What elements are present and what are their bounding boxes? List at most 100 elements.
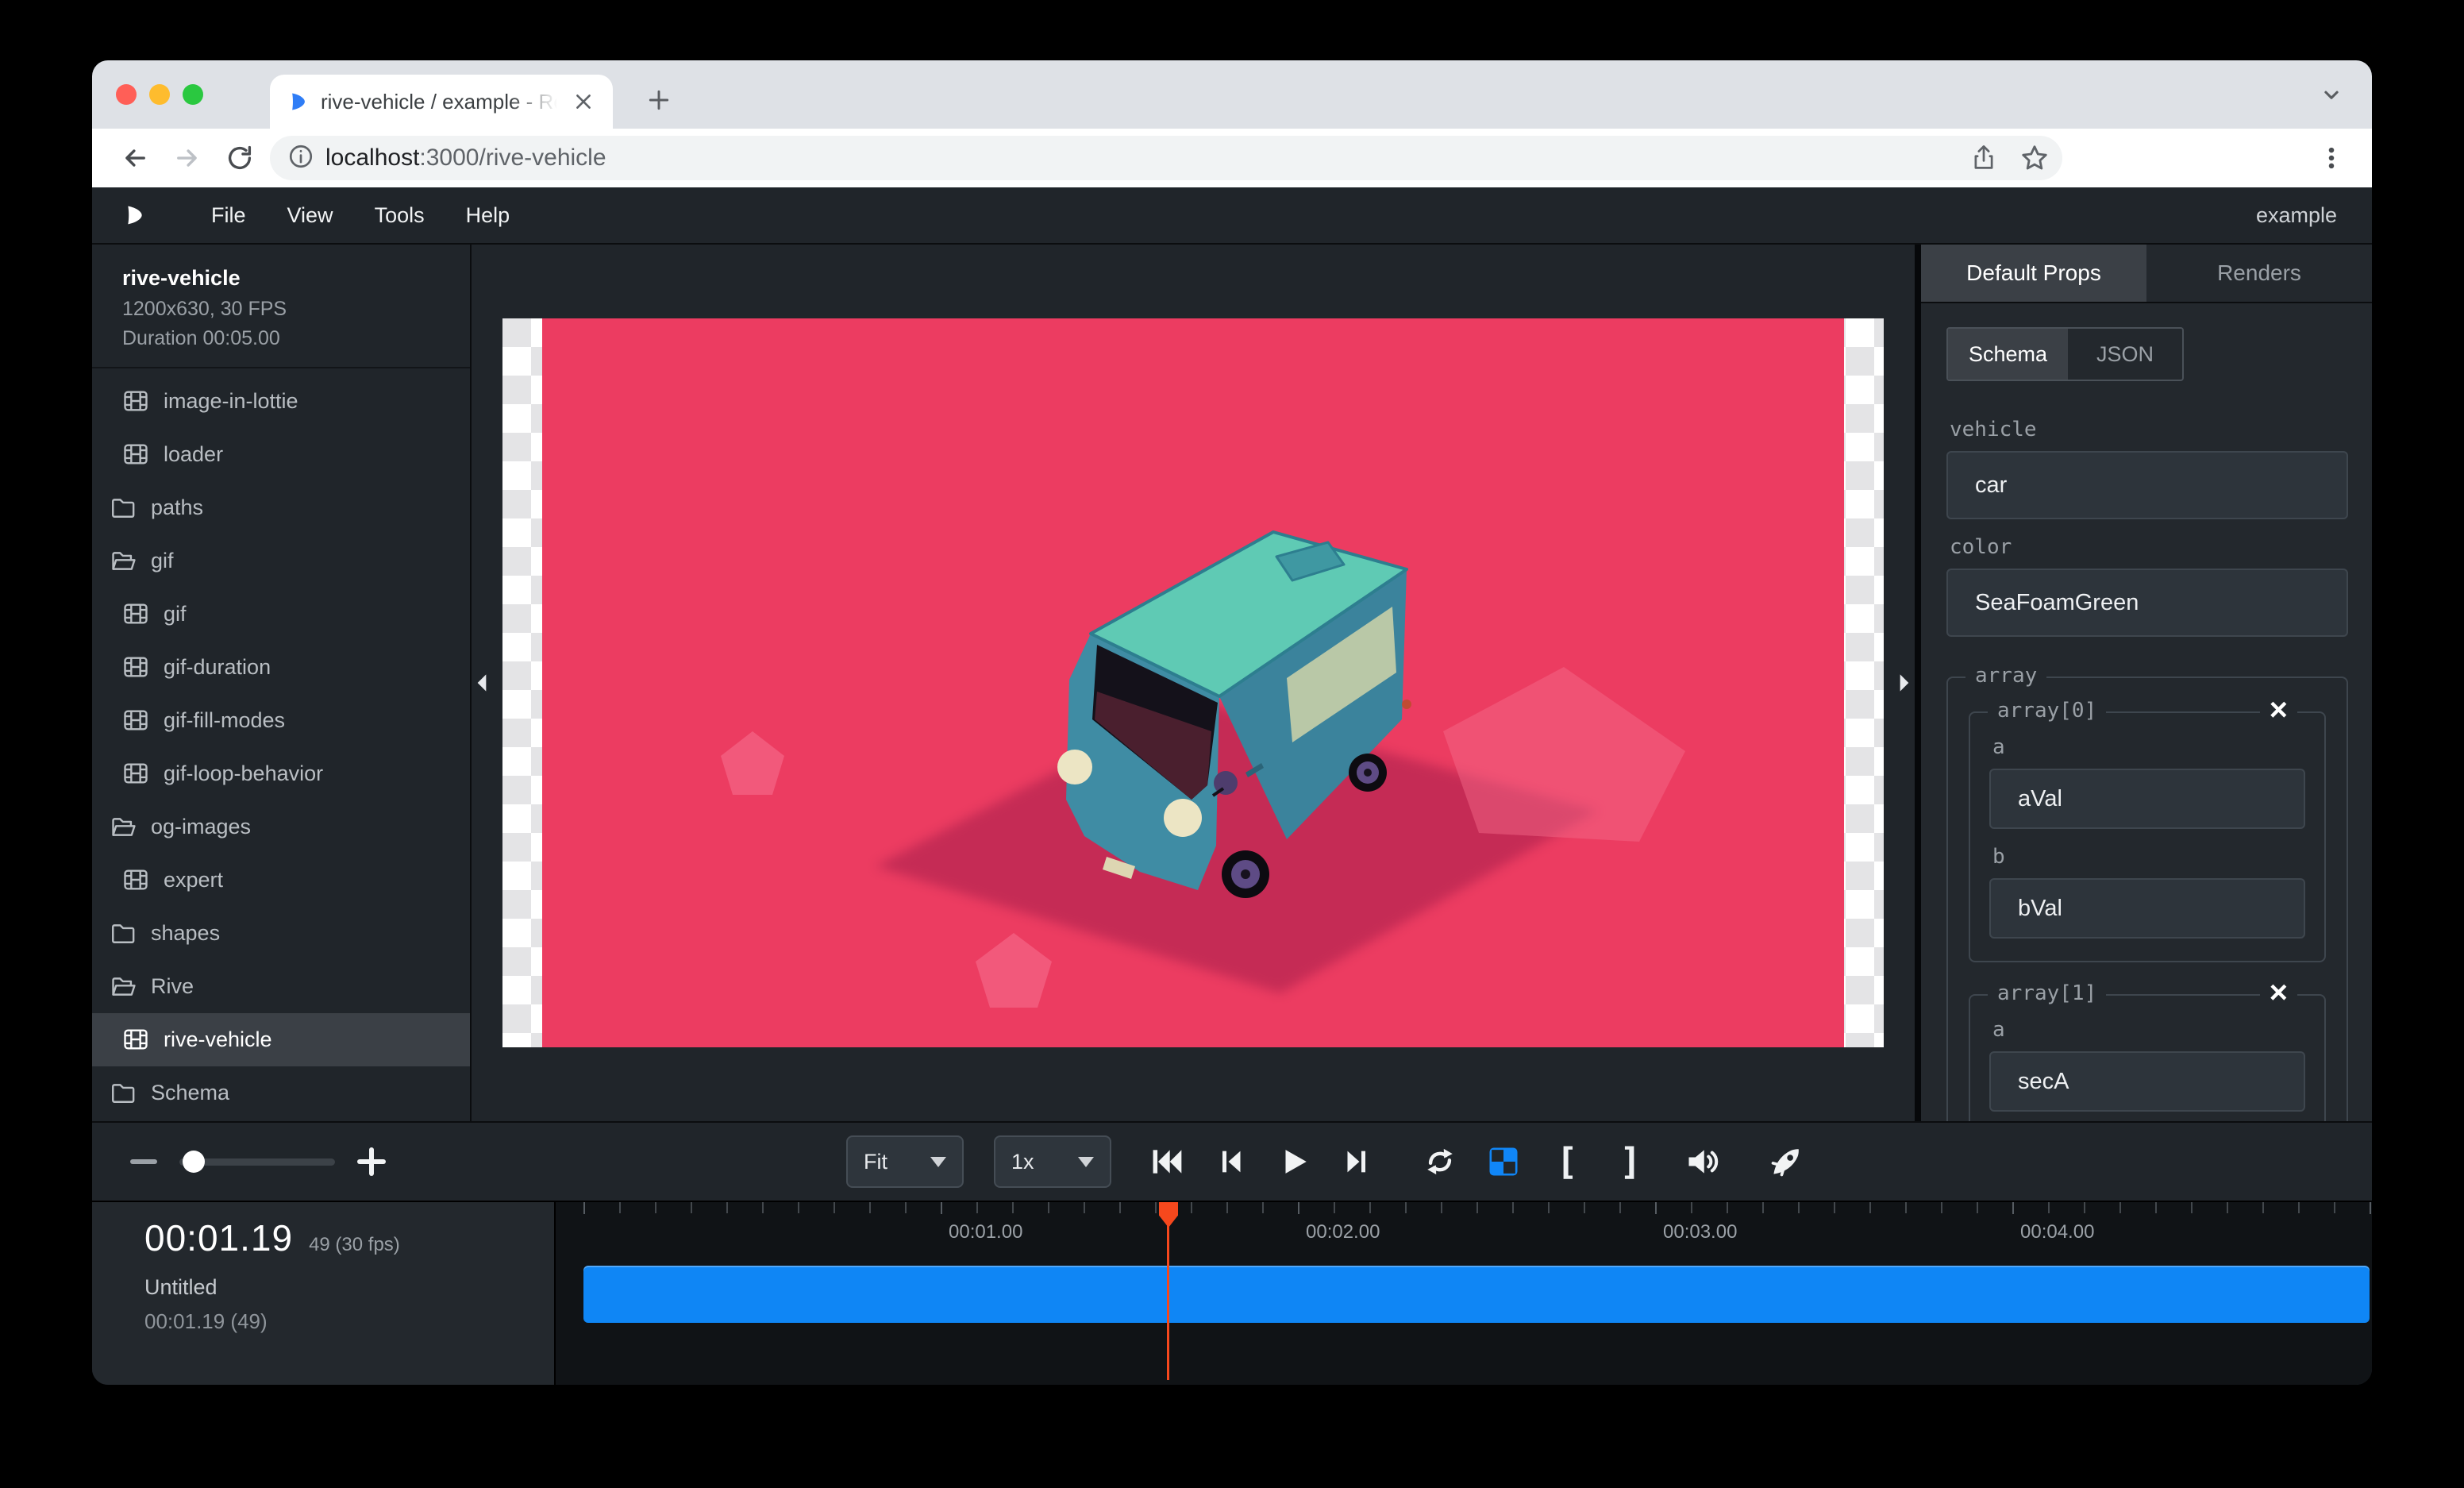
browser-tab[interactable]: rive-vehicle / example - Remot <box>270 75 613 129</box>
timeline-track-area[interactable]: 00:01.0000:02.0000:03.0000:04.00 <box>556 1202 2372 1385</box>
collapse-sidebar-icon[interactable] <box>473 670 491 696</box>
bookmark-star-icon[interactable] <box>2015 138 2054 178</box>
ruler-label: 00:03.00 <box>1663 1221 1737 1243</box>
volume-icon[interactable] <box>1684 1144 1719 1179</box>
vehicle-illustration <box>542 318 1844 1047</box>
composition-list: image-in-lottie loader <box>92 368 470 1122</box>
vehicle-input[interactable]: car <box>1946 451 2348 519</box>
site-info-icon[interactable] <box>287 143 314 174</box>
browser-menu-icon[interactable] <box>2312 138 2351 178</box>
ruler-tick <box>1048 1202 1049 1213</box>
forward-icon[interactable] <box>165 136 210 180</box>
composition-label: loader <box>164 442 223 467</box>
array-0-a-input[interactable]: aVal <box>1989 769 2305 829</box>
composition-info: rive-vehicle 1200x630, 30 FPS Duration 0… <box>92 245 470 368</box>
track-name[interactable]: Untitled <box>144 1275 554 1300</box>
zoom-out-icon[interactable] <box>130 1159 157 1164</box>
sidebar-item-paths[interactable]: paths <box>92 481 470 534</box>
sidebar-item-shapes[interactable]: shapes <box>92 907 470 960</box>
sidebar-item-Schema[interactable]: Schema <box>92 1066 470 1120</box>
chevron-down-icon <box>1078 1157 1094 1167</box>
current-frame-info: 49 (30 fps) <box>309 1234 400 1256</box>
url-field[interactable]: localhost:3000/rive-vehicle <box>270 136 2062 180</box>
size-select[interactable]: Fit <box>846 1135 964 1188</box>
tab-close-icon[interactable] <box>570 88 597 115</box>
remotion-logo-icon[interactable] <box>121 202 146 228</box>
zoom-slider[interactable] <box>179 1158 335 1166</box>
menu-help[interactable]: Help <box>445 203 531 228</box>
zoom-in-icon[interactable] <box>357 1147 386 1176</box>
url-host: localhost <box>325 145 419 171</box>
mode-json[interactable]: JSON <box>2068 329 2182 380</box>
out-point-icon[interactable]: ] <box>1613 1144 1648 1179</box>
array-0-b-input[interactable]: bVal <box>1989 878 2305 939</box>
array-1-a-input[interactable]: secA <box>1989 1051 2305 1112</box>
ruler-tick <box>1905 1202 1907 1213</box>
ruler-tick <box>976 1202 978 1213</box>
array-fieldset: array array[0] × a aVal b bVal array[1] … <box>1946 677 2348 1121</box>
remove-array-item-1-icon[interactable]: × <box>2260 977 2297 1008</box>
ruler-tick <box>1584 1202 1585 1213</box>
rocket-icon[interactable] <box>1769 1144 1804 1179</box>
current-timecode: 00:01.19 <box>144 1216 293 1259</box>
back-icon[interactable] <box>113 136 157 180</box>
ruler-tick <box>1334 1202 1335 1213</box>
playhead-line[interactable] <box>1167 1202 1169 1380</box>
zoom-slider-knob[interactable] <box>183 1151 205 1173</box>
close-window-button[interactable] <box>116 84 137 105</box>
folder-open-icon <box>110 973 137 1000</box>
film-icon <box>122 600 149 627</box>
sidebar-item-gif-duration[interactable]: gif-duration <box>92 641 470 694</box>
play-icon[interactable] <box>1276 1144 1311 1179</box>
sidebar-item-expert[interactable]: expert <box>92 854 470 907</box>
color-input[interactable]: SeaFoamGreen <box>1946 569 2348 637</box>
ruler-tick <box>1512 1202 1514 1213</box>
array-fieldset-label: array <box>1965 664 2046 688</box>
menu-view[interactable]: View <box>267 203 354 228</box>
maximize-window-button[interactable] <box>183 84 203 105</box>
sidebar-item-rive-vehicle[interactable]: rive-vehicle <box>92 1013 470 1066</box>
share-icon[interactable] <box>1964 138 2004 178</box>
skip-to-start-icon[interactable] <box>1149 1144 1184 1179</box>
composition-label: gif-fill-modes <box>164 708 285 733</box>
ruler-tick <box>1405 1202 1407 1213</box>
transparency-checkerboard-icon[interactable] <box>1486 1144 1521 1179</box>
sidebar-item-Rive[interactable]: Rive <box>92 960 470 1013</box>
tab-search-chevron-icon[interactable] <box>2318 81 2345 112</box>
sidebar-item-gif-loop-behavior[interactable]: gif-loop-behavior <box>92 747 470 800</box>
menu-file[interactable]: File <box>191 203 267 228</box>
ruler-tick <box>941 1202 942 1214</box>
sidebar-item-og-images[interactable]: og-images <box>92 800 470 854</box>
next-frame-icon[interactable] <box>1340 1144 1375 1179</box>
url-path: :3000/rive-vehicle <box>419 145 606 171</box>
sidebar-item-gif[interactable]: gif <box>92 588 470 641</box>
mode-schema[interactable]: Schema <box>1948 329 2068 380</box>
tab-default-props[interactable]: Default Props <box>1921 245 2146 302</box>
in-point-icon[interactable]: [ <box>1550 1144 1584 1179</box>
new-tab-button[interactable] <box>641 83 676 118</box>
sidebar-item-gif-fill-modes[interactable]: gif-fill-modes <box>92 694 470 747</box>
playhead-handle[interactable] <box>1159 1202 1178 1228</box>
ruler-tick <box>1262 1202 1264 1213</box>
remove-array-item-0-icon[interactable]: × <box>2260 694 2297 726</box>
loop-icon[interactable] <box>1423 1144 1457 1179</box>
sidebar-item-gif[interactable]: gif <box>92 534 470 588</box>
tab-renders[interactable]: Renders <box>2146 245 2372 302</box>
minimize-window-button[interactable] <box>149 84 170 105</box>
timeline-sequence-bar[interactable] <box>583 1266 2370 1323</box>
reload-icon[interactable] <box>218 136 262 180</box>
collapse-panel-icon[interactable] <box>1896 670 1913 696</box>
ruler-tick <box>2119 1202 2121 1213</box>
sidebar-item-loader[interactable]: loader <box>92 428 470 481</box>
composition-label: shapes <box>151 921 220 946</box>
sidebar-item-image-in-lottie[interactable]: image-in-lottie <box>92 375 470 428</box>
zoom-control <box>130 1147 386 1176</box>
ruler-tick <box>2012 1202 2014 1214</box>
menu-tools[interactable]: Tools <box>354 203 445 228</box>
speed-select[interactable]: 1x <box>994 1135 1111 1188</box>
composition-canvas <box>502 318 1884 1047</box>
folder-open-icon <box>110 547 137 574</box>
timeline: 00:01.19 49 (30 fps) Untitled 00:01.19 (… <box>92 1201 2372 1385</box>
previous-frame-icon[interactable] <box>1213 1144 1248 1179</box>
ruler-tick <box>1441 1202 1442 1213</box>
